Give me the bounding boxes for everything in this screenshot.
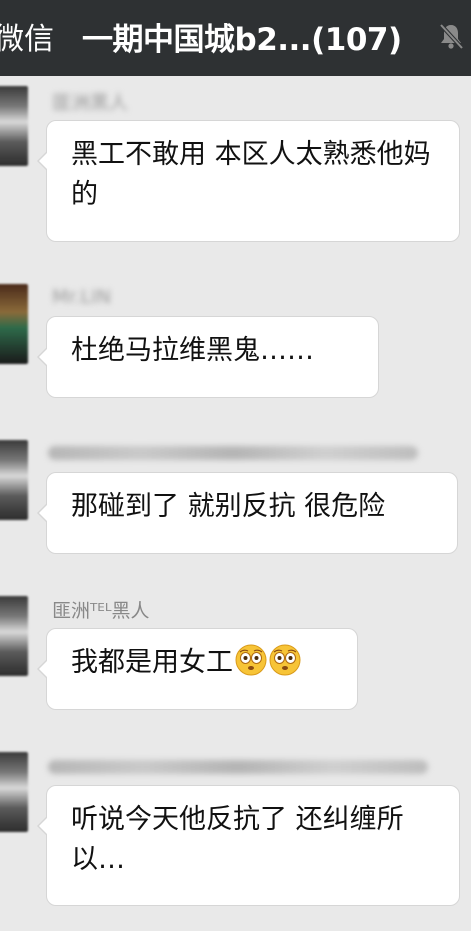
avatar[interactable] — [0, 284, 28, 364]
message-text: 那碰到了 就别反抗 很危险 — [71, 491, 386, 522]
message-text: 杜绝马拉维黑鬼…… — [71, 335, 314, 366]
flushed-face-icon — [269, 644, 301, 676]
sender-name-redacted — [48, 446, 418, 460]
sender-name-redacted — [48, 760, 428, 774]
message-bubble[interactable]: 我都是用女工 — [37, 628, 358, 710]
avatar[interactable] — [0, 596, 28, 676]
sender-name: 匪洲ᵀᴱᴸ黑人 — [52, 600, 150, 622]
chat-header: 微信 一期中国城b2...(107) — [0, 0, 471, 76]
sender-name: 匪洲黑人 — [52, 92, 129, 114]
message-bubble[interactable]: 黑工不敢用 本区人太熟悉他妈的 — [37, 120, 460, 242]
avatar[interactable] — [0, 752, 28, 832]
avatar[interactable] — [0, 86, 28, 166]
chat-title[interactable]: 一期中国城b2...(107) — [82, 14, 402, 59]
message-bubble[interactable]: 杜绝马拉维黑鬼…… — [37, 316, 379, 398]
message-bubble[interactable]: 听说今天他反抗了 还纠缠所以… — [37, 785, 460, 906]
message-text: 我都是用女工 — [71, 647, 233, 678]
sender-name: Mr.LIN — [52, 286, 111, 308]
message-text: 听说今天他反抗了 还纠缠所以… — [71, 804, 404, 875]
message-bubble[interactable]: 那碰到了 就别反抗 很危险 — [37, 472, 458, 554]
back-button[interactable]: 微信 — [0, 14, 54, 58]
bell-muted-icon — [438, 22, 464, 50]
message-text: 黑工不敢用 本区人太熟悉他妈的 — [71, 139, 431, 210]
avatar[interactable] — [0, 440, 28, 520]
flushed-face-icon — [235, 644, 267, 676]
